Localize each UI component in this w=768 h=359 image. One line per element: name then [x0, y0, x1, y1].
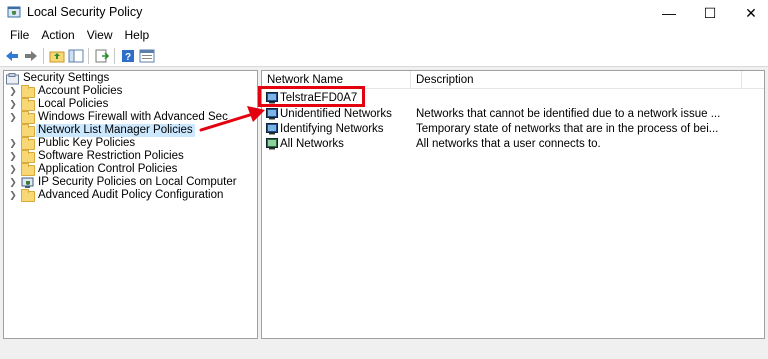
column-divider[interactable]	[741, 71, 742, 89]
toolbar-separator	[88, 48, 89, 64]
chevron-right-icon[interactable]: ❯	[8, 189, 18, 202]
local-security-policy-window: Local Security Policy — ☐ ✕ File Action …	[0, 0, 768, 359]
tree-item-ip-security-policies[interactable]: ❯ IP Security Policies on Local Computer	[8, 176, 237, 189]
network-name-cell: All Networks	[266, 137, 344, 151]
network-description-cell: Networks that cannot be identified due t…	[416, 108, 721, 120]
network-policy-icon	[266, 123, 278, 135]
list-row-all-networks[interactable]: All Networks All networks that a user co…	[262, 137, 764, 151]
close-button[interactable]: ✕	[734, 0, 768, 26]
menu-bar: File Action View Help	[0, 26, 768, 45]
network-name-text: TelstraEFD0A7	[280, 92, 358, 104]
tree-item-network-list-manager-policies[interactable]: Network List Manager Policies	[8, 123, 195, 137]
chevron-right-icon[interactable]: ❯	[8, 85, 18, 98]
toolbar: ?	[0, 45, 768, 67]
network-name-cell: TelstraEFD0A7	[266, 91, 357, 105]
folder-icon	[21, 149, 35, 163]
tree-item-label: Windows Firewall with Advanced Sec	[38, 111, 228, 123]
tree-item-label: Advanced Audit Policy Configuration	[38, 189, 224, 201]
chevron-right-icon[interactable]: ❯	[8, 150, 18, 163]
security-policy-app-icon	[7, 6, 21, 18]
folder-icon	[21, 123, 35, 137]
menu-action[interactable]: Action	[35, 26, 80, 45]
column-header-network-name[interactable]: Network Name	[262, 71, 343, 89]
toolbar-separator	[114, 48, 115, 64]
network-description-cell: All networks that a user connects to.	[416, 138, 601, 150]
tree-root-label: Security Settings	[23, 72, 110, 84]
tree-item-label: Account Policies	[38, 85, 123, 97]
folder-icon	[21, 188, 35, 202]
tree-item-label: Software Restriction Policies	[38, 150, 184, 162]
network-policy-icon	[266, 138, 278, 150]
title-bar: Local Security Policy — ☐ ✕	[0, 0, 768, 26]
tree-item-account-policies[interactable]: ❯ Account Policies	[8, 84, 123, 98]
export-list-icon[interactable]	[94, 48, 110, 64]
tree-item-software-restriction-policies[interactable]: ❯ Software Restriction Policies	[8, 149, 184, 163]
chevron-right-icon[interactable]: ❯	[8, 176, 18, 189]
menu-help[interactable]: Help	[119, 26, 156, 45]
chevron-right-icon[interactable]: ❯	[8, 98, 18, 111]
tree-item-label: Public Key Policies	[38, 137, 136, 149]
tree-item-label: Network List Manager Policies	[36, 124, 195, 137]
network-name-cell: Identifying Networks	[266, 122, 384, 136]
show-hide-tree-icon[interactable]	[68, 48, 84, 64]
folder-icon	[21, 97, 35, 111]
network-policy-icon	[266, 108, 278, 120]
security-settings-icon	[6, 72, 20, 85]
maximize-button[interactable]: ☐	[693, 0, 727, 26]
back-arrow-icon[interactable]	[4, 48, 20, 64]
list-header: Network Name Description	[262, 71, 764, 89]
folder-icon	[21, 136, 35, 150]
tree-item-public-key-policies[interactable]: ❯ Public Key Policies	[8, 136, 136, 150]
ip-security-icon	[21, 177, 35, 189]
properties-icon[interactable]	[139, 48, 155, 64]
list-row-identifying-networks[interactable]: Identifying Networks Temporary state of …	[262, 122, 764, 136]
tree-item-label: Application Control Policies	[38, 163, 178, 175]
network-description-cell	[416, 91, 746, 105]
chevron-right-icon[interactable]: ❯	[8, 163, 18, 176]
help-icon[interactable]: ?	[120, 48, 136, 64]
chevron-right-icon[interactable]: ❯	[8, 111, 18, 124]
minimize-button[interactable]: —	[652, 0, 686, 26]
tree-item-windows-firewall[interactable]: ❯ Windows Firewall with Advanced Sec	[8, 110, 228, 124]
network-description-cell: Temporary state of networks that are in …	[416, 123, 719, 135]
tree-root-security-settings[interactable]: Security Settings	[6, 72, 109, 85]
menu-file[interactable]: File	[4, 26, 35, 45]
tree-item-local-policies[interactable]: ❯ Local Policies	[8, 97, 109, 111]
toolbar-separator	[43, 48, 44, 64]
chevron-right-icon[interactable]: ❯	[8, 137, 18, 150]
up-folder-icon[interactable]	[49, 48, 65, 64]
network-name-text: All Networks	[280, 138, 344, 150]
network-name-text: Identifying Networks	[280, 123, 384, 135]
tree-item-label: Local Policies	[38, 98, 109, 110]
list-pane: Network Name Description TelstraEFD0A7 U…	[261, 70, 765, 339]
forward-arrow-icon[interactable]	[23, 48, 39, 64]
folder-icon	[21, 110, 35, 124]
list-row-telstra[interactable]: TelstraEFD0A7	[262, 91, 764, 105]
tree-item-advanced-audit-policy[interactable]: ❯ Advanced Audit Policy Configuration	[8, 188, 224, 202]
svg-text:?: ?	[125, 52, 131, 63]
tree-item-application-control-policies[interactable]: ❯ Application Control Policies	[8, 162, 178, 176]
folder-icon	[21, 162, 35, 176]
window-title: Local Security Policy	[27, 5, 143, 19]
tree-item-label: IP Security Policies on Local Computer	[38, 176, 237, 188]
network-name-cell: Unidentified Networks	[266, 107, 392, 121]
network-name-text: Unidentified Networks	[280, 108, 392, 120]
list-row-unidentified-networks[interactable]: Unidentified Networks Networks that cann…	[262, 107, 764, 121]
folder-icon	[21, 84, 35, 98]
tree-pane: Security Settings ❯ Account Policies ❯ L…	[3, 70, 258, 339]
column-header-description[interactable]: Description	[411, 71, 474, 89]
network-policy-icon	[266, 92, 278, 104]
menu-view[interactable]: View	[81, 26, 119, 45]
